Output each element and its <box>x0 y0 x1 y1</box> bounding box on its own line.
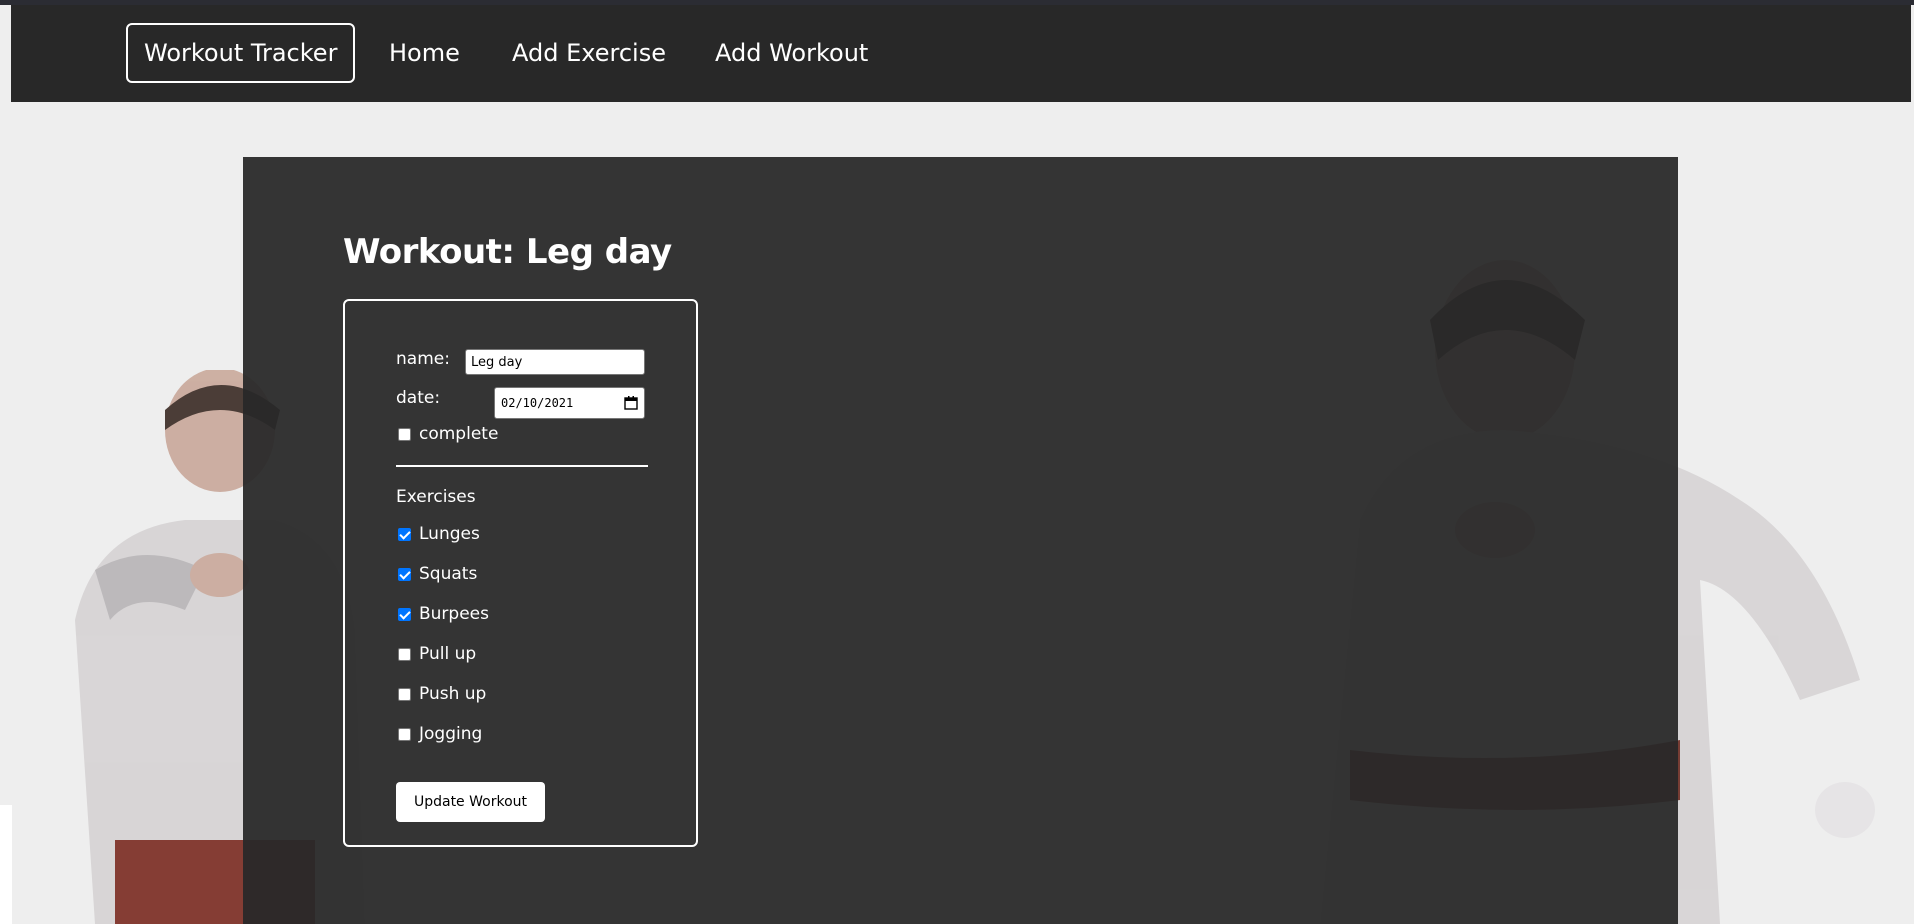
exercise-checkbox-lunges[interactable] <box>398 527 411 541</box>
exercise-item-squats[interactable]: Squats <box>398 563 477 585</box>
exercise-item-lunges[interactable]: Lunges <box>398 523 480 545</box>
exercise-label: Lunges <box>419 524 480 544</box>
nav-link-home[interactable]: Home <box>389 39 460 67</box>
exercise-checkbox-push-up[interactable] <box>398 687 411 701</box>
date-label: date: <box>396 388 441 408</box>
exercise-label: Burpees <box>419 604 489 624</box>
exercise-item-push-up[interactable]: Push up <box>398 683 486 705</box>
nav-brand-link[interactable]: Workout Tracker <box>126 23 356 83</box>
exercise-label: Pull up <box>419 644 477 664</box>
date-value: 02/10/2021 <box>501 396 574 410</box>
complete-checkbox[interactable] <box>398 427 411 441</box>
exercise-checkbox-burpees[interactable] <box>398 607 411 621</box>
page-title: Workout: Leg day <box>343 232 672 272</box>
form-divider <box>396 465 648 467</box>
workout-form: name: date: 02/10/2021 complete Exercise… <box>343 299 698 847</box>
exercise-label: Push up <box>419 684 487 704</box>
exercise-label: Jogging <box>419 724 483 744</box>
exercise-item-pull-up[interactable]: Pull up <box>398 643 476 665</box>
nav-link-add-exercise[interactable]: Add Exercise <box>512 39 666 67</box>
exercise-checkbox-pull-up[interactable] <box>398 647 411 661</box>
exercises-heading: Exercises <box>396 487 476 507</box>
calendar-icon[interactable] <box>624 396 638 410</box>
exercise-item-jogging[interactable]: Jogging <box>398 723 482 745</box>
name-label: name: <box>396 349 450 369</box>
nav-link-add-workout[interactable]: Add Workout <box>715 39 868 67</box>
date-field[interactable]: 02/10/2021 <box>494 387 645 419</box>
exercise-checkbox-squats[interactable] <box>398 567 411 581</box>
bottom-left-strip <box>0 805 12 924</box>
exercise-label: Squats <box>419 564 478 584</box>
update-workout-button[interactable]: Update Workout <box>396 782 545 822</box>
complete-label: complete <box>419 424 499 444</box>
navbar: Workout Tracker Home Add Exercise Add Wo… <box>11 5 1911 102</box>
complete-checkbox-row[interactable]: complete <box>398 423 498 445</box>
exercise-checkbox-jogging[interactable] <box>398 727 411 741</box>
name-field[interactable] <box>465 349 645 375</box>
exercise-item-burpees[interactable]: Burpees <box>398 603 489 625</box>
